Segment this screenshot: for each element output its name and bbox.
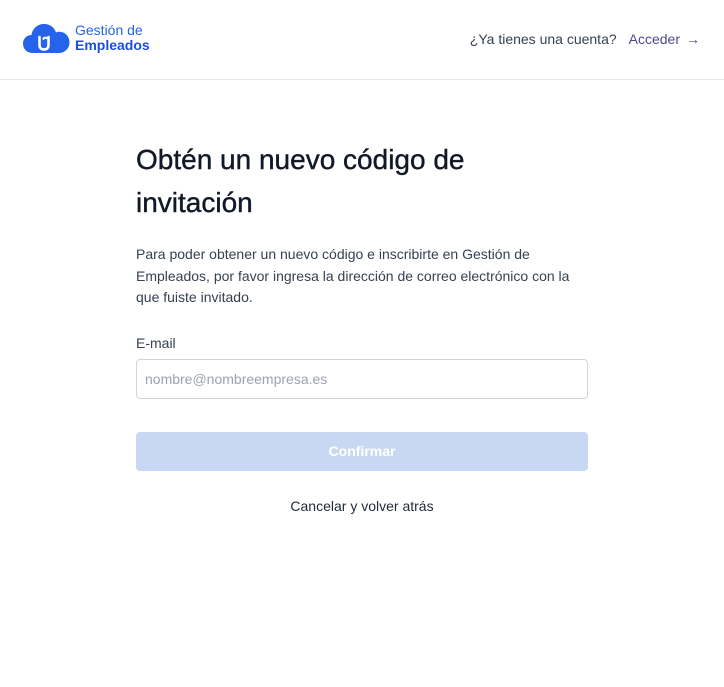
- arrow-right-icon: →: [686, 31, 700, 47]
- login-prompt: ¿Ya tienes una cuenta? Acceder →: [470, 31, 700, 47]
- account-question: ¿Ya tienes una cuenta?: [469, 31, 617, 47]
- email-label: E-mail: [136, 334, 176, 351]
- page-description: Para poder obtener un nuevo código e ins…: [136, 246, 570, 305]
- top-header: Gestión de Empleados ¿Ya tienes una cuen…: [0, 0, 724, 80]
- app-logo[interactable]: Gestión de Empleados: [23, 22, 150, 54]
- confirm-button[interactable]: Confirmar: [136, 431, 588, 471]
- logo-text: Gestión de Empleados: [75, 23, 150, 53]
- cancel-link[interactable]: Cancelar y volver atrás: [136, 498, 588, 514]
- login-link[interactable]: Acceder →: [629, 31, 700, 47]
- logo-line-1: Gestión de: [75, 22, 143, 38]
- login-label: Acceder: [628, 31, 680, 47]
- page-title: Obtén un nuevo código de invitación: [136, 144, 465, 218]
- invite-code-form: Obtén un nuevo código de invitación Para…: [136, 138, 588, 514]
- email-input[interactable]: [136, 358, 588, 399]
- cloud-logo-icon: [23, 24, 70, 53]
- logo-line-2: Empleados: [75, 37, 150, 53]
